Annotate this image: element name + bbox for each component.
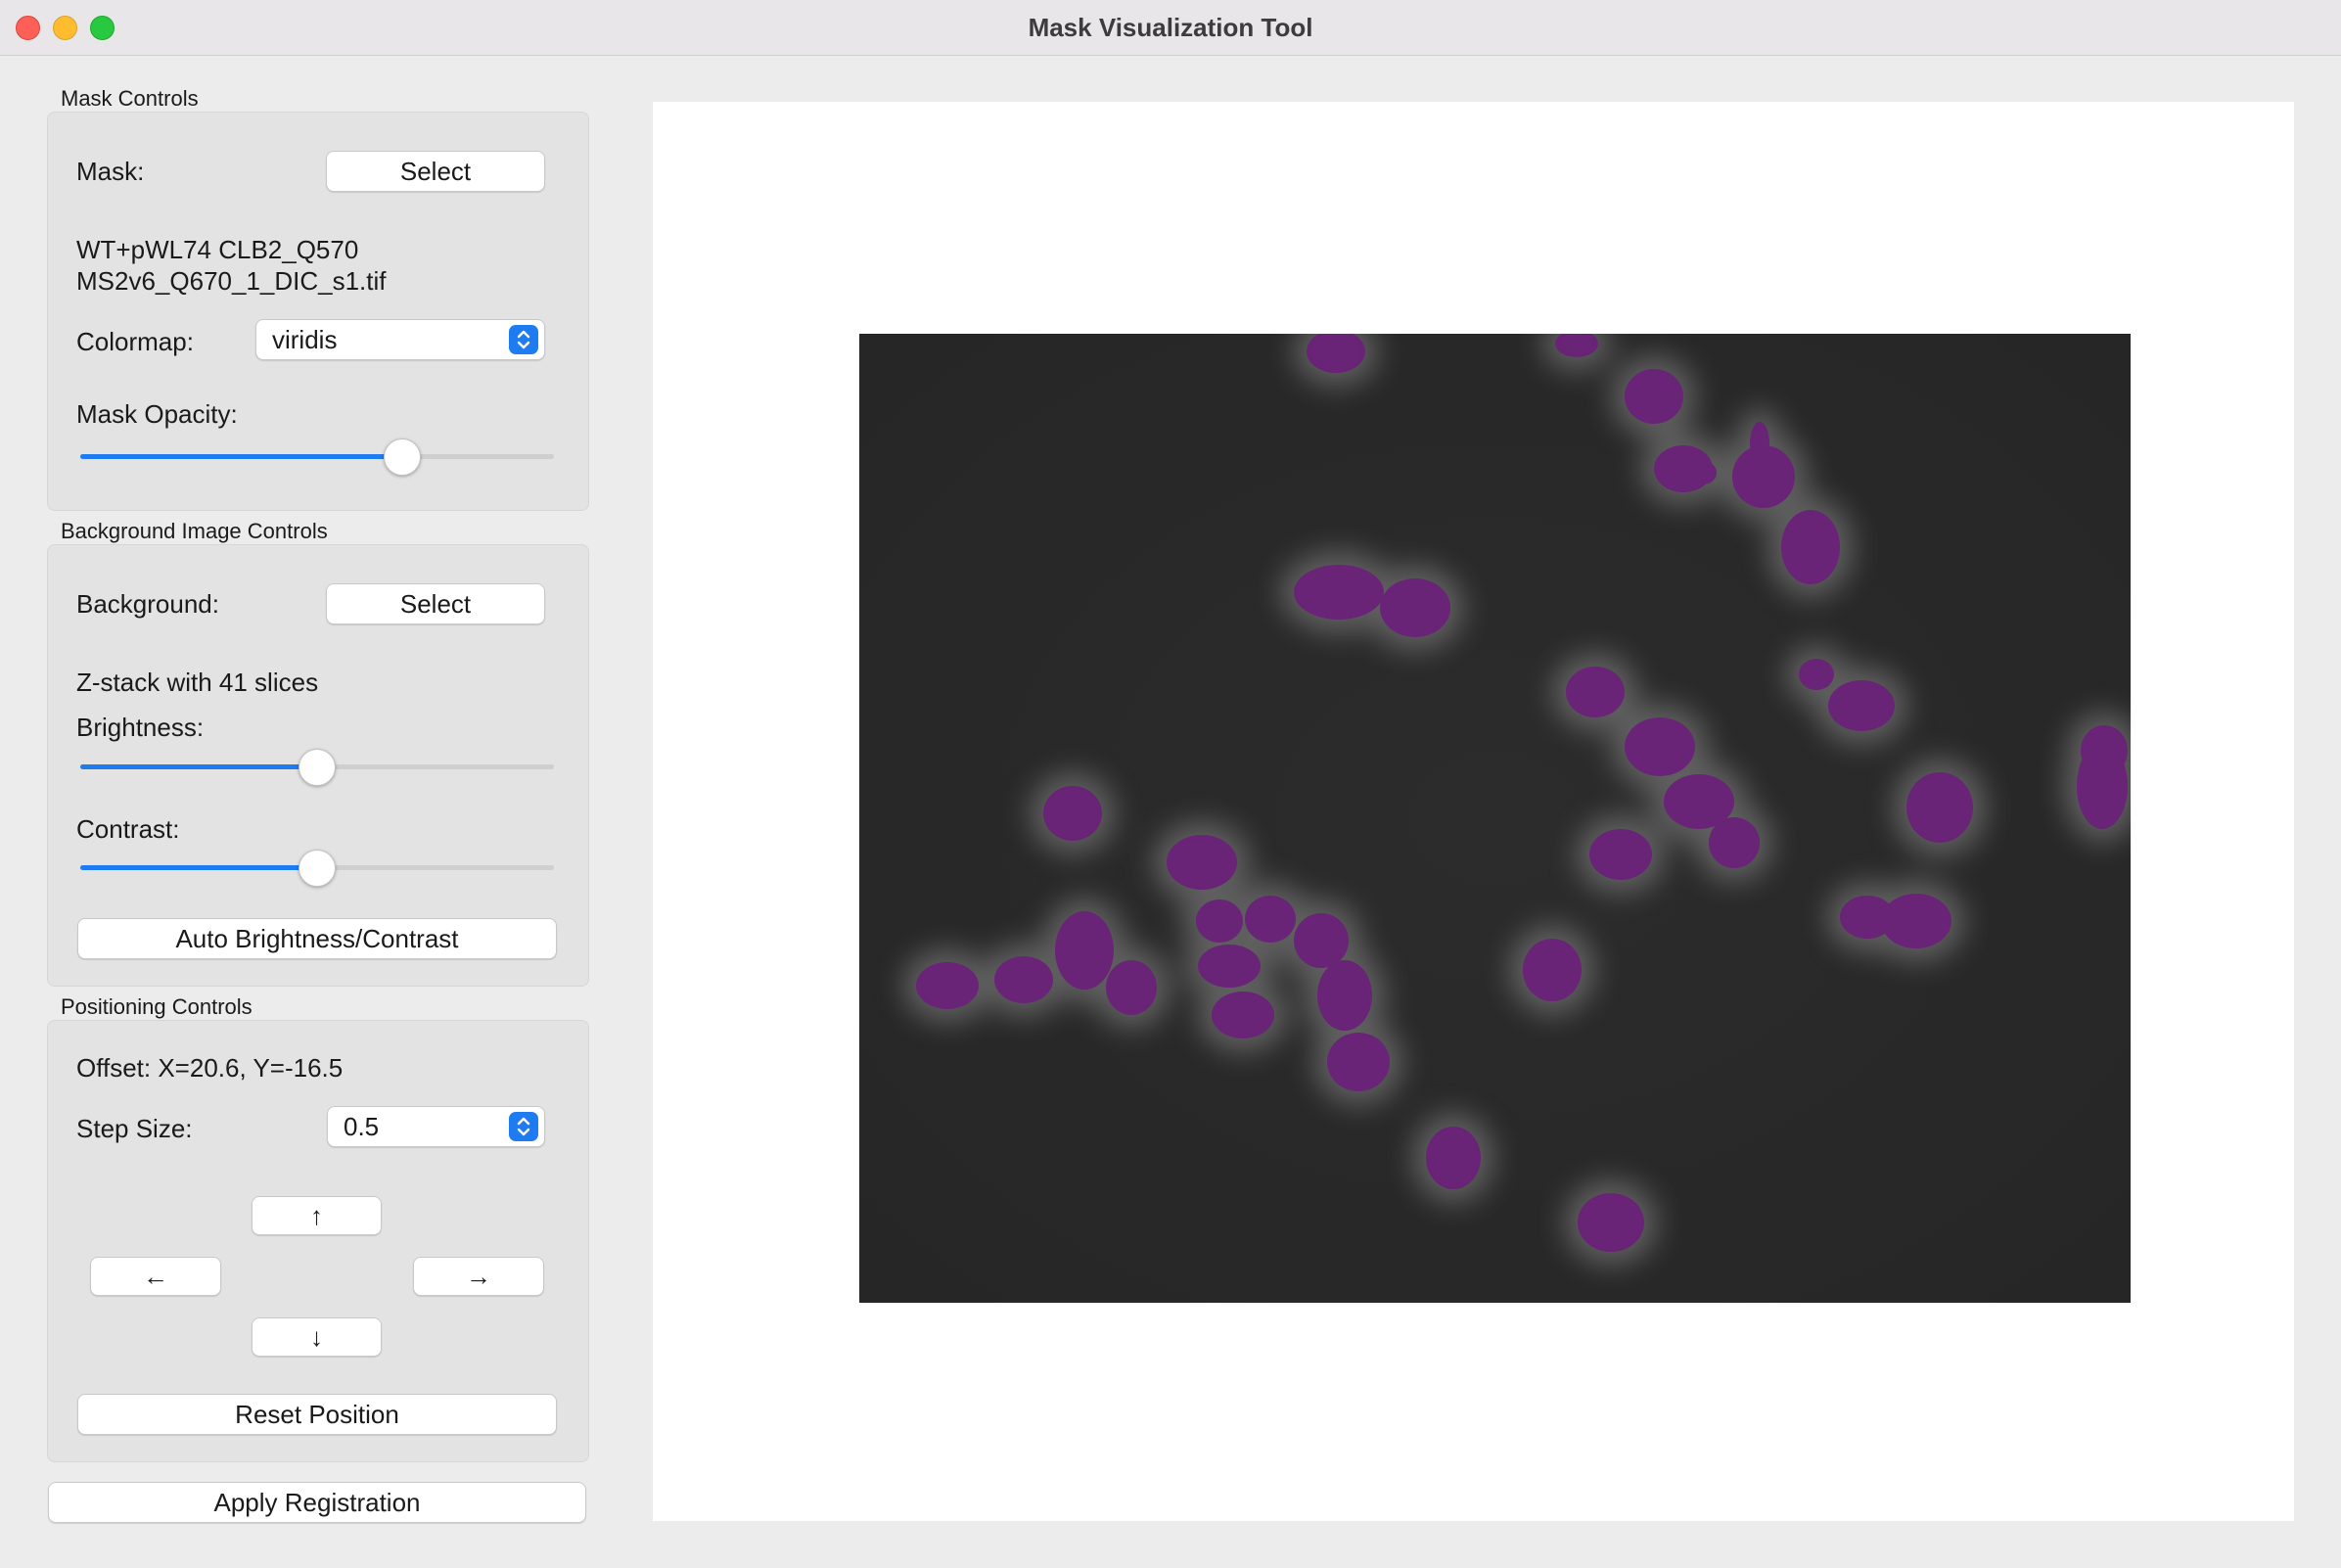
colormap-select[interactable]: viridis [255, 319, 545, 360]
slider-fill [80, 865, 317, 870]
mask-opacity-slider[interactable] [80, 437, 554, 476]
cell-mask [1167, 835, 1237, 890]
cell-mask [916, 962, 979, 1009]
title-bar: Mask Visualization Tool [0, 0, 2341, 56]
zstack-info: Z-stack with 41 slices [76, 668, 319, 697]
cell-mask [1828, 680, 1895, 731]
colormap-value: viridis [272, 325, 338, 354]
cell-mask [1198, 945, 1261, 988]
cell-mask [1750, 422, 1769, 465]
positioning-controls-title: Positioning Controls [61, 994, 252, 1019]
slider-fill [80, 454, 403, 459]
mask-filename-line2: MS2v6_Q670_1_DIC_s1.tif [76, 266, 387, 296]
cell-mask [1317, 960, 1372, 1031]
move-down-button[interactable]: ↓ [252, 1317, 382, 1357]
cell-mask [994, 956, 1053, 1003]
cell-mask [1212, 992, 1274, 1038]
select-mask-button[interactable]: Select [326, 151, 545, 192]
cell-mask [1327, 1033, 1390, 1091]
mask-opacity-label: Mask Opacity: [76, 399, 238, 429]
slider-knob[interactable] [298, 749, 336, 786]
step-size-value: 0.5 [344, 1112, 380, 1141]
mask-filename-line1: WT+pWL74 CLB2_Q570 [76, 235, 359, 264]
auto-brightness-contrast-button[interactable]: Auto Brightness/Contrast [77, 918, 557, 959]
brightness-slider[interactable] [80, 747, 554, 786]
reset-position-button[interactable]: Reset Position [77, 1394, 557, 1435]
cell-mask [1294, 565, 1384, 620]
cell-mask [1709, 817, 1760, 868]
cell-mask [2077, 743, 2128, 829]
move-left-button[interactable]: ← [90, 1257, 221, 1296]
background-label: Background: [76, 589, 219, 619]
cell-mask [1566, 667, 1625, 717]
cell-mask [1523, 939, 1582, 1001]
window-title: Mask Visualization Tool [1028, 13, 1313, 42]
colormap-label: Colormap: [76, 327, 194, 356]
move-right-button[interactable]: → [413, 1257, 544, 1296]
slider-knob[interactable] [384, 438, 422, 476]
cell-mask [1906, 772, 1973, 843]
cell-mask [1245, 896, 1296, 943]
contrast-slider[interactable] [80, 848, 554, 887]
cell-mask [1799, 659, 1834, 690]
slider-knob[interactable] [298, 850, 336, 887]
cell-mask [1881, 894, 1951, 948]
cell-mask [1055, 911, 1114, 990]
move-up-button[interactable]: ↑ [252, 1196, 382, 1235]
cell-mask [1043, 786, 1102, 841]
cell-mask [1589, 829, 1652, 880]
cell-mask [1426, 1127, 1481, 1189]
cell-mask [1625, 717, 1695, 776]
microscopy-image [859, 334, 2131, 1303]
contrast-label: Contrast: [76, 814, 180, 844]
chevron-updown-icon [509, 325, 538, 354]
brightness-label: Brightness: [76, 713, 205, 742]
cell-mask [1294, 913, 1349, 968]
mask-controls-title: Mask Controls [61, 86, 199, 111]
cell-mask [1196, 899, 1243, 943]
step-size-select[interactable]: 0.5 [327, 1106, 545, 1147]
cell-mask [1781, 510, 1840, 584]
cell-mask [1106, 960, 1157, 1015]
apply-registration-button[interactable]: Apply Registration [48, 1482, 586, 1523]
cell-mask [1625, 369, 1683, 424]
offset-readout: Offset: X=20.6, Y=-16.5 [76, 1053, 344, 1083]
cell-mask [1578, 1193, 1644, 1252]
select-background-button[interactable]: Select [326, 583, 545, 624]
cell-mask [1689, 461, 1717, 484]
cell-mask [1380, 578, 1450, 637]
chevron-updown-icon [509, 1112, 538, 1141]
background-controls-title: Background Image Controls [61, 519, 328, 543]
step-size-label: Step Size: [76, 1114, 193, 1143]
slider-fill [80, 764, 317, 769]
mask-label: Mask: [76, 157, 145, 186]
